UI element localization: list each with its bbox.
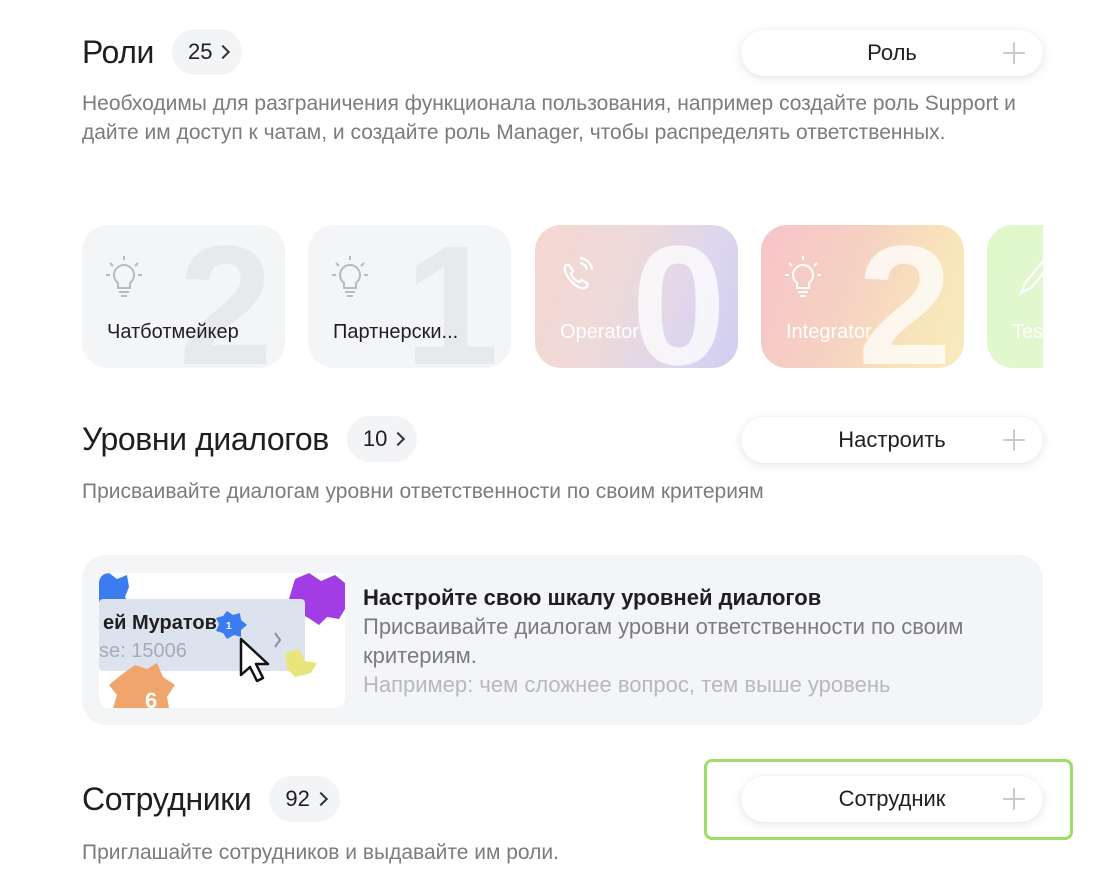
roles-header: Роли 25 <box>82 29 243 75</box>
role-name: Партнерски... <box>333 321 459 343</box>
chevron-right-icon <box>313 791 328 807</box>
employees-description: Приглашайте сотрудников и выдавайте им р… <box>82 841 559 864</box>
employees-count-pill[interactable]: 92 <box>269 776 340 822</box>
pencil-icon <box>1018 259 1043 296</box>
dialog-levels-title: Уровни диалогов <box>82 420 329 457</box>
role-name: Integrator <box>786 321 872 343</box>
promo-illustration: ей Муратов 1 se: 15006 6 <box>99 573 345 708</box>
lightbulb-icon <box>106 256 142 297</box>
add-employee-label: Сотрудник <box>838 786 946 811</box>
lightbulb-icon <box>785 256 821 297</box>
promo-badge: 1 <box>226 621 232 632</box>
promo-example: Например: чем сложнее вопрос, тем выше у… <box>363 672 891 697</box>
promo-user-name: ей Муратов <box>103 612 217 634</box>
plus-icon <box>1003 42 1025 64</box>
role-user-count: 1 <box>404 225 499 368</box>
role-user-count: 2 <box>178 225 273 368</box>
role-user-count: 2 <box>857 225 952 368</box>
add-employee-button[interactable]: Сотрудник <box>741 776 1043 822</box>
promo-title: Настройте свою шкалу уровней диалогов <box>363 585 822 610</box>
promo-level-badge: 6 <box>145 688 157 708</box>
role-user-count: 0 <box>631 225 726 368</box>
role-cards-strip: 2 Чатботмейкер 1 Партнерски... 0 Operato… <box>82 225 1043 368</box>
employees-count: 92 <box>285 786 310 811</box>
roles-description: Необходимы для разграничения функционала… <box>82 92 1016 144</box>
chevron-right-icon <box>391 431 406 447</box>
role-name: Operator <box>560 321 639 343</box>
add-role-label: Роль <box>867 40 917 65</box>
role-card-tes[interactable]: Tes <box>987 225 1043 368</box>
promo-illustration-graphic: ей Муратов 1 se: 15006 6 <box>99 573 345 708</box>
dialog-levels-header: Уровни диалогов 10 <box>82 416 418 462</box>
plus-icon <box>1003 788 1025 810</box>
dialog-levels-promo-card[interactable]: ей Муратов 1 se: 15006 6 Настройте свою … <box>82 555 1043 725</box>
roles-title: Роли <box>82 33 154 70</box>
plus-icon <box>1003 429 1025 451</box>
chevron-right-icon <box>216 44 231 60</box>
promo-text: Настройте свою шкалу уровней диалогов Пр… <box>363 583 1023 699</box>
lightbulb-icon <box>332 256 368 297</box>
role-name: Чатботмейкер <box>107 321 239 343</box>
roles-count-pill[interactable]: 25 <box>171 29 243 75</box>
promo-user-sub: se: 15006 <box>99 640 187 662</box>
add-role-button[interactable]: Роль <box>741 30 1043 76</box>
role-card-integrator[interactable]: 2 Integrator <box>761 225 964 368</box>
role-card-chatbotmaker[interactable]: 2 Чатботмейкер <box>82 225 285 368</box>
phone-icon <box>563 256 594 290</box>
dialog-levels-count: 10 <box>362 426 388 451</box>
employees-title: Сотрудники <box>82 780 252 817</box>
promo-subtitle: Присваивайте диалогам уровни ответственн… <box>363 614 964 668</box>
role-card-partner[interactable]: 1 Партнерски... <box>308 225 511 368</box>
role-card-operator[interactable]: 0 Operator <box>535 225 738 368</box>
roles-count: 25 <box>187 39 213 64</box>
employees-header: Сотрудники 92 <box>82 776 340 822</box>
configure-levels-label: Настроить <box>838 427 946 452</box>
role-name: Tes <box>1012 321 1043 343</box>
dialog-levels-count-pill[interactable]: 10 <box>346 416 418 462</box>
dialog-levels-description: Присваивайте диалогам уровни ответственн… <box>82 480 764 503</box>
configure-levels-button[interactable]: Настроить <box>741 417 1043 463</box>
